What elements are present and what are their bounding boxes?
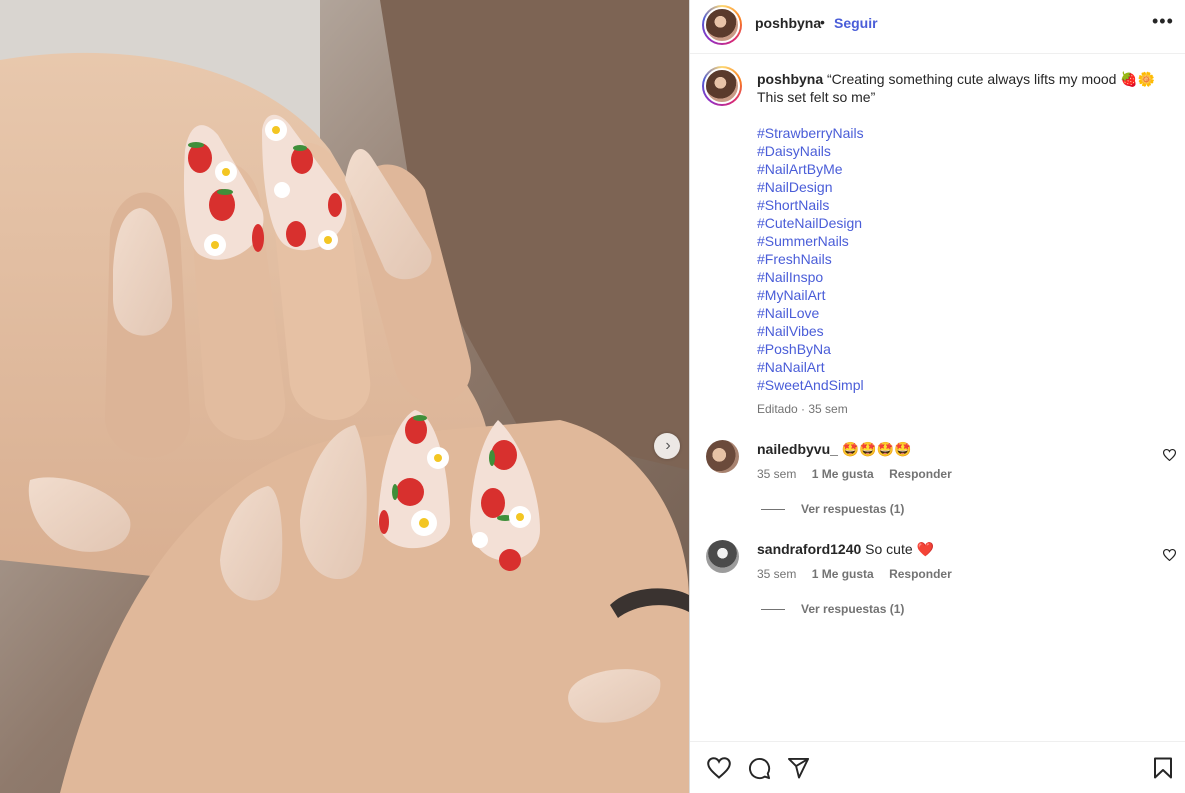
edited-timestamp: Editado · 35 sem	[757, 402, 848, 416]
send-icon[interactable]	[787, 757, 810, 779]
comment-text: So cute ❤️	[865, 541, 934, 557]
hashtag-link[interactable]: #NaNailArt	[757, 358, 864, 376]
reply-button[interactable]: Responder	[889, 567, 952, 581]
post-photo: ›	[0, 0, 689, 793]
replies-divider-line	[761, 508, 785, 510]
hashtag-link[interactable]: #FreshNails	[757, 250, 864, 268]
comment-like-heart-icon[interactable]	[1163, 449, 1176, 461]
hashtag-link[interactable]: #PoshByNa	[757, 340, 864, 358]
hashtag-link[interactable]: #ShortNails	[757, 196, 864, 214]
hashtag-link[interactable]: #NailVibes	[757, 322, 864, 340]
hashtag-link[interactable]: #DaisyNails	[757, 142, 864, 160]
hashtag-link[interactable]: #NailDesign	[757, 178, 864, 196]
comment-meta: 35 sem 1 Me gusta Responder	[757, 467, 964, 481]
author-avatar[interactable]	[702, 5, 742, 45]
replies-divider-line	[761, 608, 785, 610]
comment-time: 35 sem	[757, 467, 797, 481]
hashtag-link[interactable]: #StrawberryNails	[757, 124, 864, 142]
hashtag-link[interactable]: #NailInspo	[757, 268, 864, 286]
comment-username[interactable]: nailedbyvu_	[757, 441, 838, 457]
hashtag-link[interactable]: #SweetAndSimpl	[757, 376, 864, 394]
comment-icon[interactable]	[748, 757, 771, 780]
author-username[interactable]: poshbyna	[755, 15, 821, 31]
comment-text: 🤩🤩🤩🤩	[841, 441, 912, 457]
comment-body: nailedbyvu_ 🤩🤩🤩🤩	[757, 441, 912, 458]
comment-likes[interactable]: 1 Me gusta	[812, 567, 874, 581]
comment-time: 35 sem	[757, 567, 797, 581]
hashtag-link[interactable]: #MyNailArt	[757, 286, 864, 304]
hashtag-link[interactable]: #CuteNailDesign	[757, 214, 864, 232]
bookmark-icon[interactable]	[1153, 757, 1173, 779]
heart-icon[interactable]	[707, 757, 731, 779]
comment-meta: 35 sem 1 Me gusta Responder	[757, 567, 964, 581]
caption-username[interactable]: poshbyna	[757, 71, 823, 87]
hashtag-link[interactable]: #NailLove	[757, 304, 864, 322]
hashtag-link[interactable]: #SummerNails	[757, 232, 864, 250]
caption-avatar[interactable]	[702, 66, 742, 106]
post-caption: poshbyna “Creating something cute always…	[757, 70, 1162, 106]
view-replies-label: Ver respuestas (1)	[801, 502, 905, 516]
comment-likes[interactable]: 1 Me gusta	[812, 467, 874, 481]
action-bar	[690, 741, 1185, 793]
view-replies-button[interactable]: Ver respuestas (1)	[761, 602, 904, 616]
commenter-avatar[interactable]	[706, 440, 739, 473]
hashtag-list: #StrawberryNails #DaisyNails #NailArtByM…	[757, 124, 864, 394]
post-header: poshbyna • Seguir •••	[690, 0, 1185, 54]
hashtag-link[interactable]: #NailArtByMe	[757, 160, 864, 178]
view-replies-button[interactable]: Ver respuestas (1)	[761, 502, 904, 516]
reply-button[interactable]: Responder	[889, 467, 952, 481]
follow-button[interactable]: Seguir	[834, 15, 878, 31]
next-image-button[interactable]: ›	[654, 433, 680, 459]
chevron-right-icon: ›	[665, 437, 671, 454]
comment-username[interactable]: sandraford1240	[757, 541, 861, 557]
post-side-panel: poshbyna • Seguir ••• poshbyna “Creating…	[689, 0, 1185, 793]
commenter-avatar[interactable]	[706, 540, 739, 573]
view-replies-label: Ver respuestas (1)	[801, 602, 905, 616]
more-horizontal-icon[interactable]: •••	[1152, 11, 1174, 32]
nail-photo-illustration	[0, 0, 689, 793]
comment-like-heart-icon[interactable]	[1163, 549, 1176, 561]
separator-dot: •	[820, 14, 825, 30]
comment-body: sandraford1240 So cute ❤️	[757, 541, 934, 558]
